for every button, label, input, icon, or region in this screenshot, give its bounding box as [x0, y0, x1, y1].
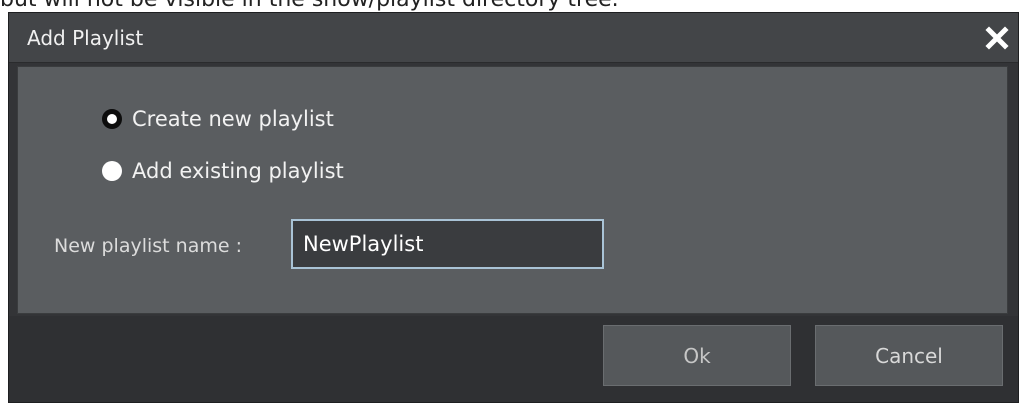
create-new-playlist-option[interactable]: Create new playlist	[102, 103, 334, 135]
page: but will not be visible in the show/play…	[0, 0, 1019, 403]
dialog-titlebar[interactable]: Add Playlist	[9, 13, 1018, 63]
radio-unselected-icon[interactable]	[102, 161, 122, 181]
cancel-button[interactable]: Cancel	[815, 325, 1003, 386]
add-existing-playlist-option[interactable]: Add existing playlist	[102, 155, 344, 187]
close-icon	[985, 26, 1009, 50]
ok-button[interactable]: Ok	[603, 325, 791, 386]
close-button[interactable]	[980, 21, 1014, 55]
create-new-playlist-label[interactable]: Create new playlist	[132, 106, 334, 132]
new-playlist-name-label: New playlist name :	[54, 235, 242, 257]
radio-selected-icon[interactable]	[102, 109, 122, 129]
dialog-footer: Ok Cancel	[9, 316, 1018, 402]
dialog-title: Add Playlist	[27, 26, 144, 50]
new-playlist-name-input[interactable]	[291, 219, 604, 269]
dialog-content: Create new playlist Add existing playlis…	[17, 66, 1008, 314]
add-playlist-dialog: Add Playlist Create new playlist Add exi…	[8, 12, 1019, 403]
add-existing-playlist-label[interactable]: Add existing playlist	[132, 158, 344, 184]
